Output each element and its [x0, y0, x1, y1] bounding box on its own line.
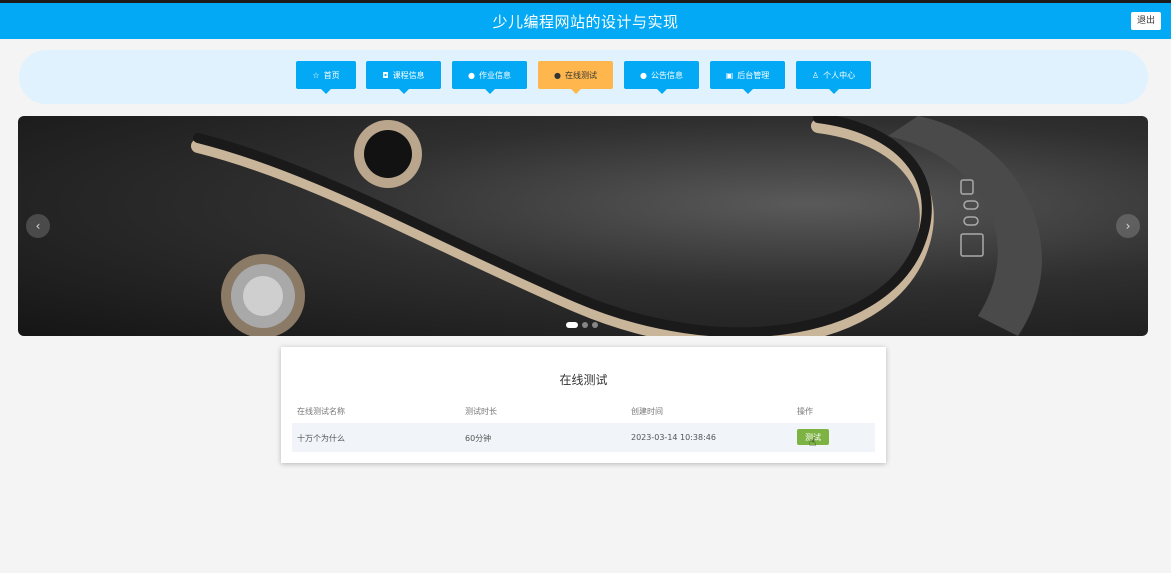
column-header-created: 创建时间: [631, 407, 663, 416]
nav-item-label: 在线测试: [564, 70, 597, 80]
nav-item-label: 首页: [323, 70, 340, 80]
nav-item-label: 后台管理: [737, 70, 770, 80]
table-row: 十万个为什么 60分钟 2023-03-14 10:38:46 测试 ☝: [292, 423, 875, 452]
column-header-name: 在线测试名称: [297, 407, 345, 416]
test-duration-cell: 60分钟: [465, 434, 492, 443]
test-name-cell: 十万个为什么: [297, 434, 345, 443]
info-circle-icon: ●: [468, 70, 475, 80]
carousel-indicators: [566, 322, 598, 328]
carousel-dot[interactable]: [592, 322, 598, 328]
column-header-action: 操作: [797, 407, 813, 416]
nav-item-online-test[interactable]: ● 在线测试: [538, 61, 613, 94]
carousel-next-button[interactable]: ›: [1116, 214, 1140, 238]
nav-item-profile[interactable]: ♙ 个人中心: [796, 61, 871, 94]
site-header: 少儿编程网站的设计与实现 退出: [0, 3, 1171, 39]
hand-cursor-icon: ☝: [809, 435, 817, 449]
test-created-cell: 2023-03-14 10:38:46: [631, 433, 716, 442]
user-icon: ♙: [811, 70, 820, 80]
nav-item-announcements[interactable]: ● 公告信息: [624, 61, 699, 94]
calendar-icon: ▣: [725, 70, 734, 80]
nav-item-label: 公告信息: [650, 70, 683, 80]
banner-carousel: ‹ ›: [18, 116, 1148, 336]
nav-item-home[interactable]: ☆ 首页: [296, 61, 356, 94]
nav-item-label: 个人中心: [823, 70, 856, 80]
bag-icon: ◘: [382, 70, 389, 80]
banner-image: [191, 116, 1042, 336]
site-title: 少儿编程网站的设计与实现: [492, 12, 679, 31]
nav-item-courses[interactable]: ◘ 课程信息: [366, 61, 441, 94]
carousel-prev-button[interactable]: ‹: [26, 214, 50, 238]
section-title: 在线测试: [559, 373, 608, 387]
star-icon: ☆: [312, 70, 320, 80]
column-header-duration: 测试时长: [465, 407, 497, 416]
nav-item-admin[interactable]: ▣ 后台管理: [710, 61, 785, 94]
info-circle-icon: ●: [640, 70, 647, 80]
nav-item-label: 作业信息: [478, 70, 511, 80]
carousel-dot[interactable]: [566, 322, 578, 328]
nav-item-label: 课程信息: [392, 70, 425, 80]
main-nav: ☆ 首页 ◘ 课程信息 ● 作业信息 ● 在线测试 ● 公告信息 ▣ 后台管理 …: [19, 50, 1148, 104]
nav-item-homework[interactable]: ● 作业信息: [452, 61, 527, 94]
carousel-dot[interactable]: [582, 322, 588, 328]
logout-button[interactable]: 退出: [1130, 12, 1161, 30]
info-circle-icon: ●: [554, 70, 561, 80]
online-test-panel: 在线测试 在线测试名称 测试时长 创建时间 操作 十万个为什么 60分钟 202…: [281, 347, 886, 463]
